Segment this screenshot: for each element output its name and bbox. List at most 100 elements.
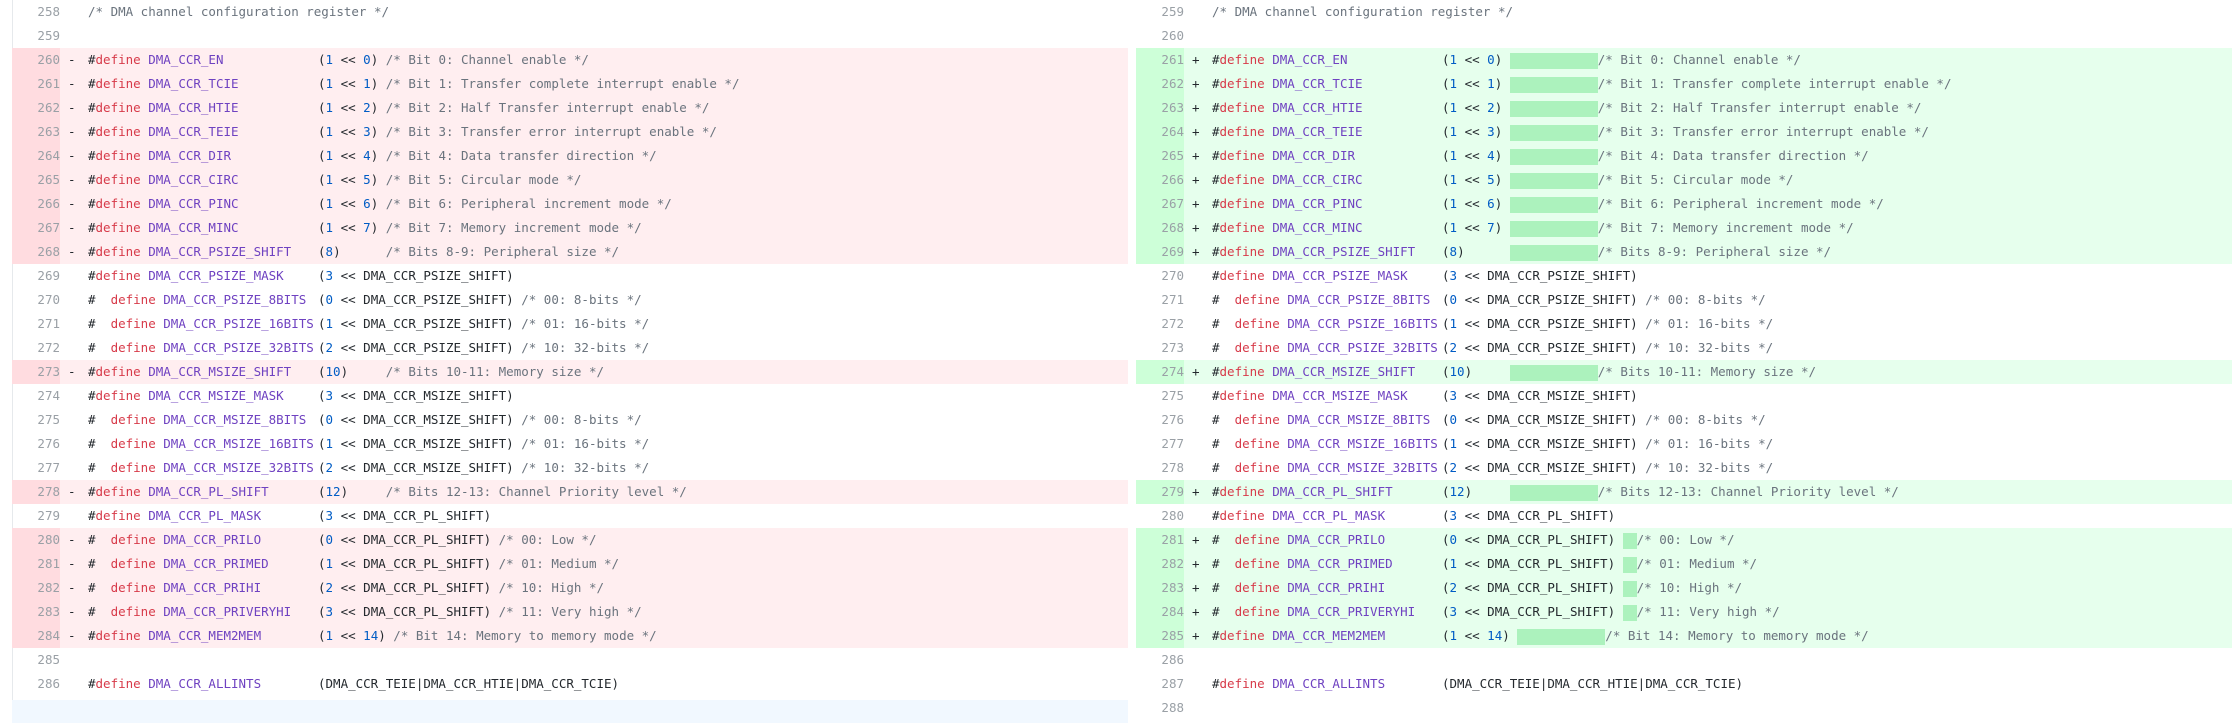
macro-name: DMA_CCR_HTIE: [148, 100, 239, 115]
line-number[interactable]: 288: [1136, 696, 1184, 720]
line-number[interactable]: 279: [12, 504, 60, 528]
code-text: #define DMA_CCR_PSIZE_MASK (3 << DMA_CCR_…: [88, 264, 514, 288]
line-number[interactable]: 273: [1136, 336, 1184, 360]
line-number[interactable]: 283: [12, 600, 60, 624]
line-number[interactable]: 268: [1136, 216, 1184, 240]
diff-line: 267- #define DMA_CCR_MINC (1 << 7) /* Bit …: [12, 216, 1128, 240]
line-number[interactable]: 271: [12, 312, 60, 336]
value-column: (1 << DMA_CCR_PSIZE_SHIFT) /* 01: 16-bit…: [1442, 312, 1773, 336]
line-number[interactable]: 286: [12, 672, 60, 696]
line-number[interactable]: 279: [1136, 480, 1184, 504]
line-number[interactable]: 285: [12, 648, 60, 672]
line-number[interactable]: 278: [1136, 456, 1184, 480]
preprocessor-hash: #: [88, 556, 111, 571]
diff-line: 288: [1136, 696, 2232, 720]
line-number[interactable]: 277: [1136, 432, 1184, 456]
value-column: (1 << DMA_CCR_MSIZE_SHIFT) /* 01: 16-bit…: [318, 432, 649, 456]
deletion-marker: -: [68, 244, 76, 259]
line-number[interactable]: 264: [12, 144, 60, 168]
line-number[interactable]: 259: [12, 24, 60, 48]
line-number[interactable]: 262: [12, 96, 60, 120]
line-number[interactable]: 277: [12, 456, 60, 480]
line-number[interactable]: 278: [12, 480, 60, 504]
addition-marker: +: [1192, 556, 1200, 571]
line-number[interactable]: 265: [12, 168, 60, 192]
code-comment: /* Bits 12-13: Channel Priority level */: [1597, 484, 1899, 499]
line-number[interactable]: 259: [1136, 0, 1184, 24]
line-number[interactable]: 276: [1136, 408, 1184, 432]
macro-name: DMA_CCR_MEM2MEM: [1272, 628, 1386, 643]
line-number[interactable]: 267: [12, 216, 60, 240]
line-number[interactable]: 283: [1136, 576, 1184, 600]
line-number[interactable]: 264: [1136, 120, 1184, 144]
line-number[interactable]: 282: [1136, 552, 1184, 576]
preprocessor-hash: #: [1212, 148, 1220, 163]
line-number[interactable]: 281: [1136, 528, 1184, 552]
deletion-marker: -: [68, 100, 76, 115]
define-keyword: define: [1234, 460, 1280, 475]
line-number[interactable]: 262: [1136, 72, 1184, 96]
line-number[interactable]: 261: [1136, 48, 1184, 72]
define-value: (1 << DMA_CCR_PL_SHIFT): [318, 556, 492, 571]
define-value: (1 << 2): [318, 100, 379, 115]
line-number[interactable]: 266: [1136, 168, 1184, 192]
line-number[interactable]: 272: [12, 336, 60, 360]
code-comment: /* Bit 0: Channel enable */: [1597, 52, 1801, 67]
macro-name: DMA_CCR_DIR: [1272, 148, 1356, 163]
code-text: # define DMA_CCR_PSIZE_8BITS (0 << DMA_CC…: [1212, 288, 1766, 312]
value-column: (3 << DMA_CCR_PL_SHIFT) /* 11: Very high…: [318, 600, 642, 624]
code-text: #define DMA_CCR_MINC (1 << 7) /* Bit 7: M…: [1212, 216, 1854, 240]
code-text: #define DMA_CCR_EN (1 << 0) /* Bit 0: Cha…: [1212, 48, 1801, 72]
diff-line: 264- #define DMA_CCR_DIR (1 << 4) /* Bit 4…: [12, 144, 1128, 168]
line-number[interactable]: 284: [1136, 600, 1184, 624]
code-text: # define DMA_CCR_MSIZE_16BITS (1 << DMA_C…: [88, 432, 649, 456]
code-comment: /* 01: Medium */: [1636, 556, 1758, 571]
line-number[interactable]: 280: [12, 528, 60, 552]
line-number[interactable]: 258: [12, 0, 60, 24]
line-number[interactable]: 287: [1136, 672, 1184, 696]
define-keyword: define: [1219, 388, 1265, 403]
line-number-text: 263: [37, 124, 60, 139]
preprocessor-hash: #: [88, 100, 96, 115]
code-comment: /* Bit 5: Circular mode */: [385, 172, 582, 187]
line-number[interactable]: 265: [1136, 144, 1184, 168]
line-number[interactable]: 260: [12, 48, 60, 72]
line-number[interactable]: 275: [1136, 384, 1184, 408]
diff-line: 277 # define DMA_CCR_MSIZE_16BITS (1 << DM…: [1136, 432, 2232, 456]
preprocessor-hash: #: [1212, 172, 1220, 187]
line-number[interactable]: 269: [1136, 240, 1184, 264]
line-number[interactable]: 263: [1136, 96, 1184, 120]
define-value: (2 << DMA_CCR_PL_SHIFT): [318, 580, 492, 595]
line-number[interactable]: 286: [1136, 648, 1184, 672]
line-number[interactable]: 284: [12, 624, 60, 648]
value-column: (3 << DMA_CCR_PL_SHIFT): [1442, 504, 1623, 528]
value-column: (3 << DMA_CCR_PL_SHIFT) /* 11: Very high…: [1442, 600, 1780, 624]
line-number[interactable]: 261: [12, 72, 60, 96]
macro-name: DMA_CCR_TEIE: [1272, 124, 1363, 139]
line-number[interactable]: 271: [1136, 288, 1184, 312]
define-value: (8): [1442, 244, 1503, 259]
line-number[interactable]: 267: [1136, 192, 1184, 216]
line-number[interactable]: 282: [12, 576, 60, 600]
line-number[interactable]: 274: [1136, 360, 1184, 384]
line-number[interactable]: 269: [12, 264, 60, 288]
line-number[interactable]: 266: [12, 192, 60, 216]
line-number[interactable]: 285: [1136, 624, 1184, 648]
define-value: (3 << DMA_CCR_PL_SHIFT): [318, 508, 492, 523]
deletion-marker: -: [68, 148, 76, 163]
line-number[interactable]: 276: [12, 432, 60, 456]
line-number[interactable]: 280: [1136, 504, 1184, 528]
line-number[interactable]: 270: [1136, 264, 1184, 288]
line-number[interactable]: 275: [12, 408, 60, 432]
line-number[interactable]: 274: [12, 384, 60, 408]
line-number[interactable]: 263: [12, 120, 60, 144]
define-keyword: define: [95, 172, 141, 187]
line-number[interactable]: 273: [12, 360, 60, 384]
line-number[interactable]: 268: [12, 240, 60, 264]
line-number[interactable]: 272: [1136, 312, 1184, 336]
line-number[interactable]: 281: [12, 552, 60, 576]
define-keyword: define: [95, 196, 141, 211]
line-number[interactable]: 260: [1136, 24, 1184, 48]
line-number[interactable]: 270: [12, 288, 60, 312]
code-text: #define DMA_CCR_TCIE (1 << 1) /* Bit 1: T…: [1212, 72, 1951, 96]
